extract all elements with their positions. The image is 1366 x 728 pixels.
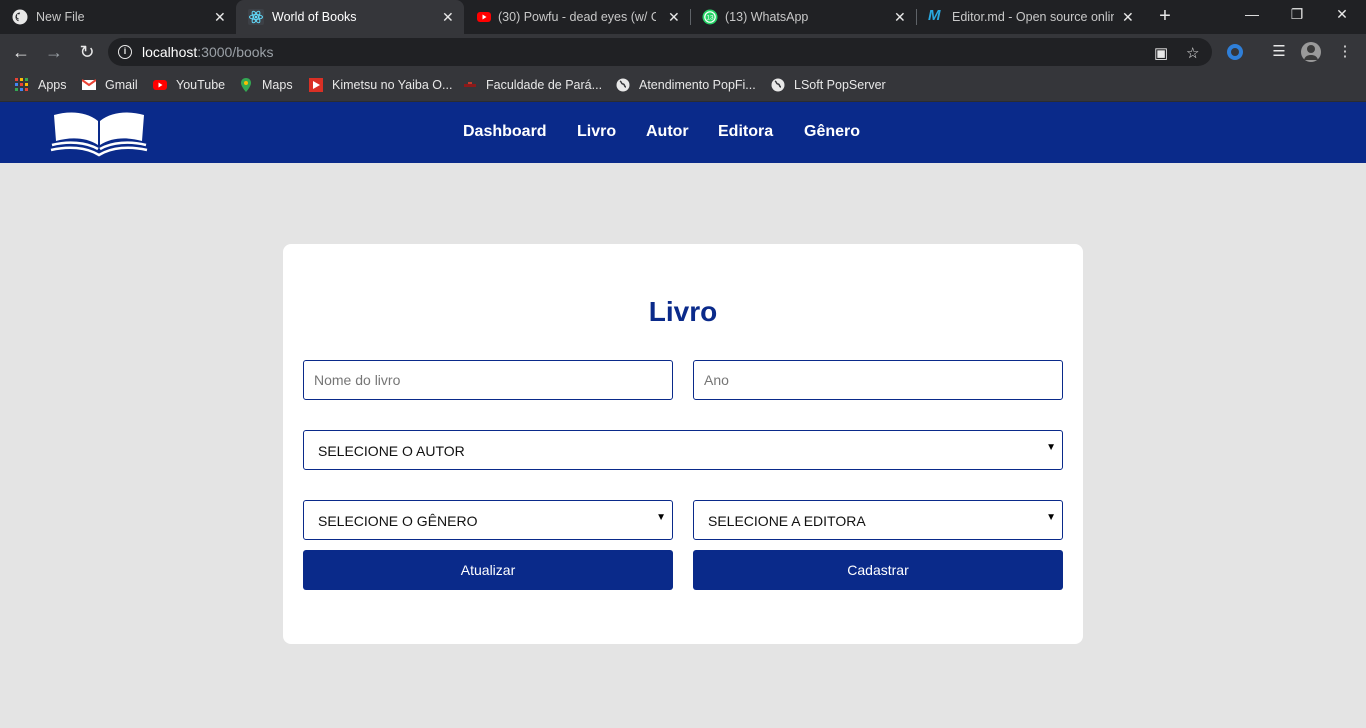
tab-new-file[interactable]: New File ✕ xyxy=(0,0,234,34)
window-close-icon[interactable]: ✕ xyxy=(1332,6,1352,23)
close-icon[interactable]: ✕ xyxy=(214,8,226,26)
update-button[interactable]: Atualizar xyxy=(303,550,673,590)
youtube-icon xyxy=(153,80,167,90)
whatsapp-icon: 13 xyxy=(702,9,718,25)
new-tab-button[interactable]: + xyxy=(1154,5,1176,27)
bookmark-label: Gmail xyxy=(105,78,138,92)
extension-icon[interactable] xyxy=(1224,41,1246,63)
nav-dashboard[interactable]: Dashboard xyxy=(463,123,547,141)
form-title: Livro xyxy=(648,296,718,327)
genre-select-value: SELECIONE O GÊNERO xyxy=(318,513,478,529)
book-form-card: Livro SELECIONE O AUTOR ▼ SELECIONE O GÊ… xyxy=(283,244,1083,644)
gmail-icon xyxy=(82,79,96,90)
tab-title: (30) Powfu - dead eyes (w/ Ouse) xyxy=(498,10,656,24)
close-icon[interactable]: ✕ xyxy=(1122,8,1134,26)
avatar[interactable] xyxy=(1300,41,1322,63)
browser-tab-strip: New File ✕ World of Books ✕ (30) Powfu -… xyxy=(0,0,1366,34)
apps-grid-icon xyxy=(15,78,28,91)
register-button[interactable]: Cadastrar xyxy=(693,550,1063,590)
tab-world-of-books[interactable]: World of Books ✕ xyxy=(236,0,464,34)
dropdown-arrow-icon: ▼ xyxy=(656,512,666,523)
book-name-input[interactable] xyxy=(303,360,673,400)
bookmark-label: Faculdade de Pará... xyxy=(486,78,603,92)
react-icon xyxy=(248,9,264,25)
close-icon[interactable]: ✕ xyxy=(894,8,906,26)
site-navbar: Dashboard Livro Autor Editora Gênero xyxy=(0,102,1366,163)
globe-icon xyxy=(616,78,630,92)
youtube-icon xyxy=(477,12,491,22)
tab-whatsapp[interactable]: 13 (13) WhatsApp ✕ xyxy=(690,0,916,34)
back-icon[interactable]: ← xyxy=(10,41,32,63)
bookmark-label: Kimetsu no Yaiba O... xyxy=(332,78,453,92)
year-input[interactable] xyxy=(693,360,1063,400)
tab-title: (13) WhatsApp xyxy=(725,10,809,24)
forward-icon[interactable]: → xyxy=(43,41,65,63)
close-icon[interactable]: ✕ xyxy=(668,8,680,26)
site-icon xyxy=(464,82,476,87)
address-bar[interactable]: i localhost:3000/books ▣ ☆ xyxy=(108,38,1212,66)
nav-editora[interactable]: Editora xyxy=(718,123,773,141)
url-host: localhost xyxy=(142,44,198,60)
maps-icon xyxy=(241,78,251,92)
dropdown-arrow-icon: ▼ xyxy=(1046,512,1056,523)
media-control-icon[interactable]: ☰ xyxy=(1268,41,1290,63)
bookmark-label: Atendimento PopFi... xyxy=(639,78,756,92)
minimize-icon[interactable]: — xyxy=(1242,6,1262,22)
whatsapp-badge: 13 xyxy=(706,15,714,22)
menu-icon[interactable]: ⋮ xyxy=(1334,41,1356,63)
bookmark-label: Maps xyxy=(262,78,293,92)
restore-icon[interactable]: ❐ xyxy=(1287,6,1307,23)
translate-icon[interactable]: ▣ xyxy=(1154,44,1168,62)
url-path: :3000/books xyxy=(197,44,274,60)
browser-toolbar: ← → ↻ i localhost:3000/books ▣ ☆ ☰ ⋮ xyxy=(0,34,1366,70)
close-icon[interactable]: ✕ xyxy=(442,8,454,26)
nav-genero[interactable]: Gênero xyxy=(804,123,860,141)
nav-livro[interactable]: Livro xyxy=(577,123,616,141)
tab-editor-md[interactable]: M Editor.md - Open source online ✕ xyxy=(916,0,1144,34)
bookmark-label: Apps xyxy=(38,78,67,92)
author-select[interactable]: SELECIONE O AUTOR ▼ xyxy=(303,430,1063,470)
info-icon[interactable]: i xyxy=(118,45,132,59)
globe-icon xyxy=(771,78,785,92)
bookmarks-bar: Apps Gmail YouTube Maps Kimetsu no Yaiba… xyxy=(0,70,1366,102)
author-select-value: SELECIONE O AUTOR xyxy=(318,443,465,459)
video-icon xyxy=(309,78,323,92)
bookmark-star-icon[interactable]: ☆ xyxy=(1186,44,1199,62)
tab-title: New File xyxy=(36,10,85,24)
github-icon xyxy=(12,9,28,25)
tab-youtube-powfu[interactable]: (30) Powfu - dead eyes (w/ Ouse) ✕ xyxy=(464,0,690,34)
open-book-logo-icon[interactable] xyxy=(50,109,148,157)
tab-title: World of Books xyxy=(272,10,357,24)
bookmark-label: LSoft PopServer xyxy=(794,78,886,92)
publisher-select-value: SELECIONE A EDITORA xyxy=(708,513,866,529)
publisher-select[interactable]: SELECIONE A EDITORA ▼ xyxy=(693,500,1063,540)
nav-autor[interactable]: Autor xyxy=(646,123,689,141)
dropdown-arrow-icon: ▼ xyxy=(1046,442,1056,453)
genre-select[interactable]: SELECIONE O GÊNERO ▼ xyxy=(303,500,673,540)
bookmark-label: YouTube xyxy=(176,78,226,92)
tab-title: Editor.md - Open source online xyxy=(952,10,1114,24)
url-text: localhost:3000/books xyxy=(142,44,274,60)
reload-icon[interactable]: ↻ xyxy=(76,41,98,63)
editor-md-icon: M xyxy=(928,7,941,24)
